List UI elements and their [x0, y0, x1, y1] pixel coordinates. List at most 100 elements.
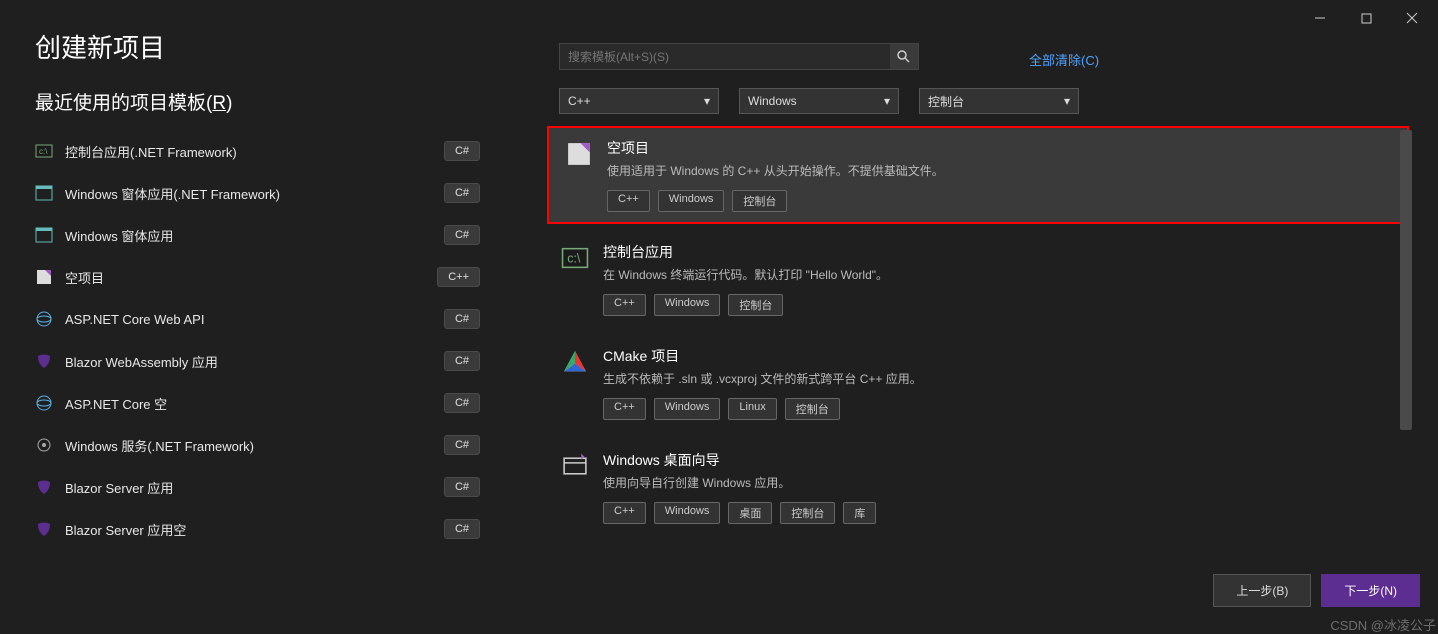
template-description: 使用适用于 Windows 的 C++ 从头开始操作。不提供基础文件。 [607, 162, 1391, 180]
template-card[interactable]: 共享项目使用"共享条目"项目在多个项目之间共享文件。C++WindowsAndr… [543, 542, 1413, 556]
template-title: 空项目 [607, 138, 1391, 158]
template-tag: 桌面 [728, 502, 772, 524]
template-label: Windows 窗体应用 [65, 226, 432, 245]
template-tag: 控制台 [780, 502, 835, 524]
footer-buttons: 上一步(B) 下一步(N) [1213, 574, 1420, 607]
minimize-button[interactable] [1308, 8, 1332, 28]
svg-text:c:\: c:\ [39, 147, 48, 156]
recent-template-item[interactable]: Windows 窗体应用(.NET Framework) C# [35, 172, 480, 214]
template-tag: Linux [728, 398, 776, 420]
recent-template-item[interactable]: ASP.NET Core Web API C# [35, 298, 480, 340]
template-tag: C++ [603, 502, 646, 524]
template-card[interactable]: Windows 桌面向导使用向导自行创建 Windows 应用。 C++ Windo… [543, 438, 1413, 536]
recent-templates-list: c:\控制台应用(.NET Framework)C#Windows 窗体应用(.… [35, 130, 480, 550]
recent-template-item[interactable]: Blazor Server 应用空C# [35, 508, 480, 550]
template-icon [35, 394, 53, 412]
template-tag: C++ [603, 294, 646, 316]
template-icon [561, 452, 589, 480]
template-icon [35, 436, 53, 454]
template-icon [35, 184, 53, 202]
template-label: Windows 服务(.NET Framework) [65, 436, 432, 455]
template-icon [35, 268, 53, 286]
template-icon [35, 226, 53, 244]
back-button[interactable]: 上一步(B) [1213, 574, 1311, 607]
template-icon [561, 348, 589, 376]
template-tag: Windows [654, 502, 721, 524]
recent-template-item[interactable]: ASP.NET Core 空 C# [35, 382, 480, 424]
filter-platform-value: Windows [748, 94, 797, 108]
template-card[interactable]: CMake 项目生成不依赖于 .sln 或 .vcxproj 文件的新式跨平台 … [543, 334, 1413, 432]
chevron-down-icon: ▾ [884, 94, 890, 108]
heading-text: 最近使用的项目模板( [35, 93, 212, 114]
language-pill: C# [444, 141, 480, 161]
heading-accel: R [212, 93, 226, 114]
template-tag: C++ [607, 190, 650, 212]
watermark-text: CSDN @冰凌公子 [1330, 615, 1436, 634]
template-title: Windows 桌面向导 [603, 450, 1395, 470]
template-tag: Windows [654, 398, 721, 420]
template-tags: C++ Windows Linux 控制台 [603, 398, 1395, 420]
filter-language-value: C++ [568, 94, 591, 108]
filter-language[interactable]: C++ ▾ [559, 88, 719, 114]
template-icon [565, 140, 593, 168]
close-button[interactable] [1400, 8, 1424, 28]
template-tag: 控制台 [785, 398, 840, 420]
recent-template-item[interactable]: c:\控制台应用(.NET Framework)C# [35, 130, 480, 172]
window-controls [1294, 0, 1438, 36]
next-button[interactable]: 下一步(N) [1321, 574, 1420, 607]
dialog-window: 创建新项目 最近使用的项目模板(R) c:\控制台应用(.NET Framewo… [11, 0, 1438, 625]
template-card[interactable]: 空项目使用适用于 Windows 的 C++ 从头开始操作。不提供基础文件。 C+… [547, 126, 1409, 224]
recent-templates-heading: 最近使用的项目模板(R) [35, 88, 232, 115]
filter-bar: C++ ▾ Windows ▾ 控制台 ▾ [559, 88, 1079, 114]
maximize-button[interactable] [1354, 8, 1378, 28]
templates-list: 空项目使用适用于 Windows 的 C++ 从头开始操作。不提供基础文件。 C+… [543, 126, 1413, 556]
clear-all-link[interactable]: 全部清除(C) [1029, 50, 1099, 69]
recent-template-item[interactable]: 空项目 C++ [35, 256, 480, 298]
template-title: 控制台应用 [603, 242, 1395, 262]
scrollbar-track[interactable] [1399, 130, 1413, 550]
recent-template-item[interactable]: Blazor WebAssembly 应用C# [35, 340, 480, 382]
template-tags: C++ Windows 桌面控制台库 [603, 502, 1395, 524]
template-label: Windows 窗体应用(.NET Framework) [65, 184, 432, 203]
template-icon: c:\ [35, 142, 53, 160]
template-icon [35, 352, 53, 370]
template-label: Blazor Server 应用空 [65, 520, 432, 539]
recent-template-item[interactable]: Windows 窗体应用 C# [35, 214, 480, 256]
template-description: 生成不依赖于 .sln 或 .vcxproj 文件的新式跨平台 C++ 应用。 [603, 370, 1395, 388]
page-title: 创建新项目 [35, 28, 165, 65]
recent-template-item[interactable]: Windows 服务(.NET Framework) C# [35, 424, 480, 466]
search-icon[interactable] [890, 44, 918, 69]
template-label: 空项目 [65, 268, 425, 287]
template-tags: C++Windows控制台 [603, 294, 1395, 316]
template-description: 使用向导自行创建 Windows 应用。 [603, 474, 1395, 492]
language-pill: C# [444, 309, 480, 329]
language-pill: C# [444, 477, 480, 497]
template-tag: Windows [658, 190, 725, 212]
recent-template-item[interactable]: Blazor Server 应用 C# [35, 466, 480, 508]
filter-project-type[interactable]: 控制台 ▾ [919, 88, 1079, 114]
scrollbar-thumb[interactable] [1400, 130, 1412, 430]
template-label: ASP.NET Core Web API [65, 312, 432, 327]
heading-text-tail: ) [226, 93, 232, 114]
template-tag: 库 [843, 502, 876, 524]
filter-platform[interactable]: Windows ▾ [739, 88, 899, 114]
language-pill: C# [444, 225, 480, 245]
template-label: Blazor WebAssembly 应用 [65, 352, 432, 371]
language-pill: C# [444, 183, 480, 203]
language-pill: C# [444, 435, 480, 455]
language-pill: C# [444, 393, 480, 413]
template-tag: C++ [603, 398, 646, 420]
chevron-down-icon: ▾ [1064, 94, 1070, 108]
search-templates-box[interactable] [559, 43, 919, 70]
template-card[interactable]: c:\控制台应用在 Windows 终端运行代码。默认打印 "Hello Wor… [543, 230, 1413, 328]
template-icon [35, 478, 53, 496]
template-icon [35, 520, 53, 538]
template-icon [35, 310, 53, 328]
svg-text:c:\: c:\ [567, 252, 581, 266]
template-tag: Windows [654, 294, 721, 316]
template-label: ASP.NET Core 空 [65, 394, 432, 413]
template-tags: C++Windows控制台 [607, 190, 1391, 212]
search-input[interactable] [560, 50, 890, 64]
language-pill: C++ [437, 267, 480, 287]
template-label: Blazor Server 应用 [65, 478, 432, 497]
